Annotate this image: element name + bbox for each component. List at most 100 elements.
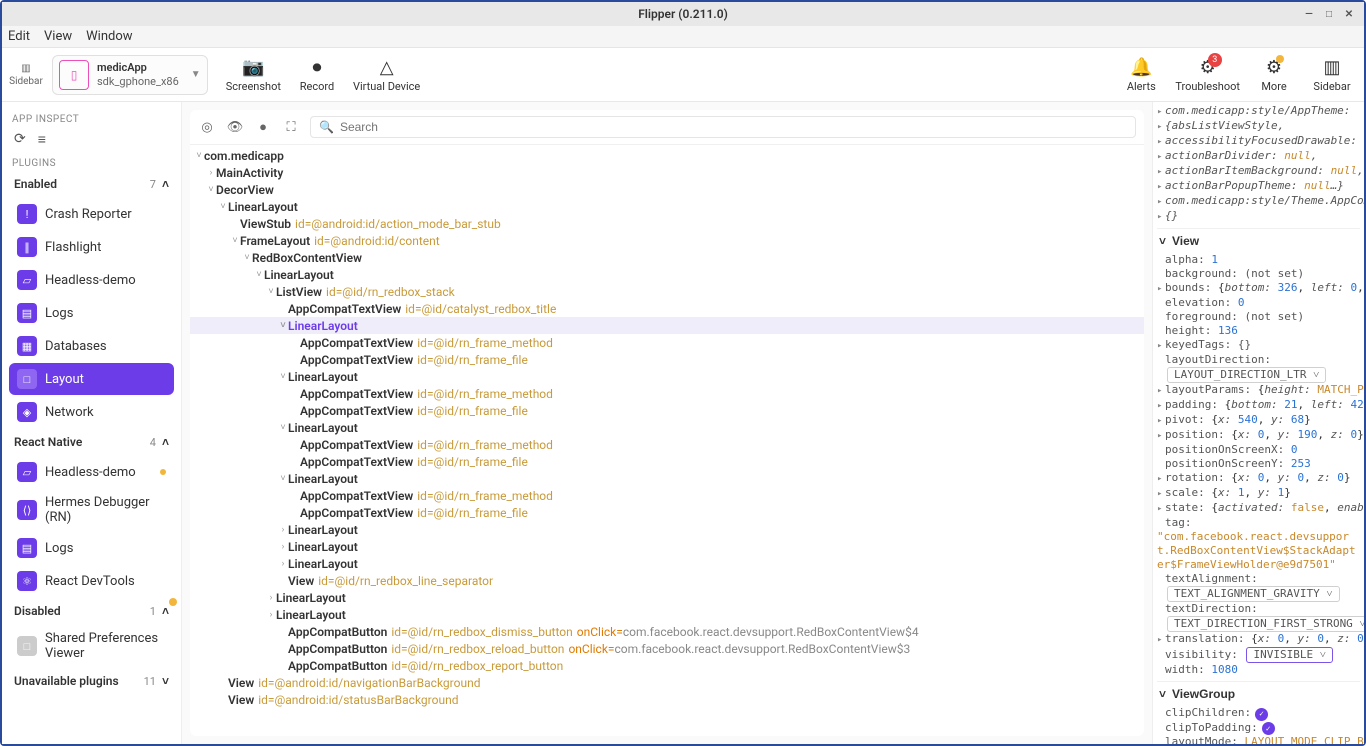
- react-native-header[interactable]: React Native 4 ˄: [6, 429, 177, 455]
- tree-row[interactable]: AppCompatTextView id=@id/rn_frame_method: [190, 334, 1144, 351]
- enabled-count: 7: [150, 178, 156, 191]
- tree-row[interactable]: AppCompatButton id=@id/rn_redbox_reload_…: [190, 640, 1144, 657]
- prop-textAlignment: textAlignment:: [1157, 572, 1360, 586]
- tree-row[interactable]: ViewStub id=@android:id/action_mode_bar_…: [190, 215, 1144, 232]
- tree-row[interactable]: AppCompatTextView id=@id/rn_frame_method: [190, 487, 1144, 504]
- maximize-button[interactable]: □: [1320, 5, 1338, 23]
- plugin-flashlight[interactable]: ∥Flashlight: [9, 231, 174, 263]
- tree-row[interactable]: › MainActivity: [190, 164, 1144, 181]
- tree-row[interactable]: ˅ LinearLayout: [190, 419, 1144, 436]
- chevron-up-icon: ˄: [162, 604, 169, 618]
- tree-row[interactable]: ˅ RedBoxContentView: [190, 249, 1144, 266]
- menu-view[interactable]: View: [44, 29, 72, 44]
- tree-node-id: id=@id/rn_frame_file: [417, 453, 528, 471]
- toolbar-troubleshoot[interactable]: ⚙3Troubleshoot: [1175, 57, 1240, 93]
- view-section-header[interactable]: ˅ View: [1157, 228, 1360, 253]
- toolbar-screenshot[interactable]: 📷Screenshot: [226, 57, 281, 93]
- viewgroup-section-header[interactable]: ˅ ViewGroup: [1157, 681, 1360, 706]
- tree-row[interactable]: ˅ LinearLayout: [190, 368, 1144, 385]
- disabled-header[interactable]: Disabled 1 ˄: [6, 598, 177, 624]
- toolbar-more[interactable]: ⚙More: [1250, 57, 1298, 93]
- chevron-down-icon: ▼: [191, 69, 201, 80]
- prop-clipToPadding[interactable]: clipToPadding:✓: [1157, 721, 1360, 736]
- tree-row[interactable]: ˅ LinearLayout: [190, 266, 1144, 283]
- tree-node-name: AppCompatButton: [288, 640, 387, 658]
- plugin-shared-preferences-viewer[interactable]: □Shared Preferences Viewer: [9, 625, 174, 667]
- tree-row[interactable]: › LinearLayout: [190, 555, 1144, 572]
- chevron-down-icon: ˅: [1159, 687, 1166, 701]
- menu-edit[interactable]: Edit: [8, 29, 30, 44]
- menu-window[interactable]: Window: [86, 29, 132, 44]
- prop-clipChildren[interactable]: clipChildren:✓: [1157, 706, 1360, 721]
- tree-node-name: AppCompatTextView: [300, 385, 413, 403]
- search-input[interactable]: [340, 120, 1127, 134]
- eye-icon[interactable]: 👁: [226, 120, 244, 135]
- refresh-icon[interactable]: ⟳: [14, 131, 26, 148]
- tree-row[interactable]: ˅ LinearLayout: [190, 198, 1144, 215]
- tree-row[interactable]: ˅ DecorView: [190, 181, 1144, 198]
- tree-row[interactable]: ˅ com.medicapp: [190, 147, 1144, 164]
- tree-row[interactable]: AppCompatTextView id=@id/rn_frame_file: [190, 453, 1144, 470]
- prop-positionOnScreenX: positionOnScreenX: 0: [1157, 443, 1360, 457]
- record-icon: ⏺: [312, 57, 321, 78]
- tree-row[interactable]: View id=@android:id/statusBarBackground: [190, 691, 1144, 708]
- tree-arrow-icon: ˅: [206, 181, 216, 199]
- plugin-databases[interactable]: ▦Databases: [9, 330, 174, 362]
- plugin-logs[interactable]: ▤Logs: [9, 532, 174, 564]
- plugin-icon: ▤: [17, 538, 37, 558]
- tree-row[interactable]: ˅ LinearLayout: [190, 317, 1144, 334]
- tree-row[interactable]: › LinearLayout: [190, 521, 1144, 538]
- prop-pivot: ▸pivot: {x: 540, y: 68}: [1157, 413, 1360, 428]
- tree-row[interactable]: › LinearLayout: [190, 606, 1144, 623]
- toolbar-alerts[interactable]: 🔔Alerts: [1117, 57, 1165, 93]
- tree-row[interactable]: › LinearLayout: [190, 538, 1144, 555]
- view-tree[interactable]: ˅ com.medicapp› MainActivity˅ DecorView˅…: [190, 145, 1144, 736]
- tree-row[interactable]: AppCompatTextView id=@id/rn_frame_file: [190, 402, 1144, 419]
- tree-arrow-icon: ˅: [218, 198, 228, 216]
- prop-layoutDirection-val[interactable]: LAYOUT_DIRECTION_LTR ˅: [1157, 367, 1360, 383]
- target-icon[interactable]: ◎: [198, 120, 216, 135]
- tree-row[interactable]: AppCompatButton id=@id/rn_redbox_dismiss…: [190, 623, 1144, 640]
- close-button[interactable]: ✕: [1340, 5, 1358, 23]
- toolbar-sidebar-right[interactable]: ▥Sidebar: [1308, 57, 1356, 93]
- plugin-react-devtools[interactable]: ⚛React DevTools: [9, 565, 174, 597]
- plugin-layout[interactable]: □Layout: [9, 363, 174, 395]
- tree-row[interactable]: ˅ LinearLayout: [190, 470, 1144, 487]
- tree-row[interactable]: AppCompatTextView id=@id/rn_frame_method: [190, 436, 1144, 453]
- prop-textDirection-val[interactable]: TEXT_DIRECTION_FIRST_STRONG ˅: [1157, 616, 1360, 632]
- expand-icon[interactable]: ⛶: [282, 120, 300, 135]
- tree-row[interactable]: › LinearLayout: [190, 589, 1144, 606]
- tree-row[interactable]: ˅ FrameLayout id=@android:id/content: [190, 232, 1144, 249]
- device-selector[interactable]: ▯ medicApp sdk_gphone_x86 ▼: [52, 55, 208, 95]
- tree-row[interactable]: View id=@android:id/navigationBarBackgro…: [190, 674, 1144, 691]
- toolbar-virtual-device[interactable]: △Virtual Device: [353, 57, 420, 93]
- list-icon[interactable]: ≡: [38, 131, 46, 148]
- toolbar-record[interactable]: ⏺Record: [293, 57, 341, 93]
- troubleshoot-icon: ⚙3: [1200, 57, 1216, 78]
- prop-textAlignment-val[interactable]: TEXT_ALIGNMENT_GRAVITY ˅: [1157, 586, 1360, 602]
- tree-row[interactable]: View id=@id/rn_redbox_line_separator: [190, 572, 1144, 589]
- tree-row[interactable]: ˅ ListView id=@id/rn_redbox_stack: [190, 283, 1144, 300]
- tree-node-id: id=@android:id/navigationBarBackground: [258, 674, 480, 692]
- tree-arrow-icon: ˅: [254, 266, 264, 284]
- tree-row[interactable]: AppCompatButton id=@id/rn_redbox_report_…: [190, 657, 1144, 674]
- enabled-header[interactable]: Enabled 7 ˄: [6, 171, 177, 197]
- left-sidebar-toggle[interactable]: ▥ Sidebar: [10, 63, 42, 87]
- prop-state: ▸state: {activated: false, enabled: true…: [1157, 501, 1360, 516]
- plugin-headless-demo[interactable]: ▱Headless-demo: [9, 456, 174, 488]
- unavailable-header[interactable]: Unavailable plugins 11 ˅: [6, 668, 177, 694]
- properties-panel[interactable]: ▸com.medicapp:style/AppTheme:▸{absListVi…: [1152, 102, 1364, 744]
- tree-row[interactable]: AppCompatTextView id=@id/rn_frame_file: [190, 504, 1144, 521]
- tree-row[interactable]: AppCompatTextView id=@id/rn_frame_file: [190, 351, 1144, 368]
- plugin-network[interactable]: ◈Network: [9, 396, 174, 428]
- accessibility-icon[interactable]: ●: [254, 119, 272, 135]
- plugin-logs[interactable]: ▤Logs: [9, 297, 174, 329]
- plugin-hermes-debugger-rn-[interactable]: ⟨⟩Hermes Debugger (RN): [9, 489, 174, 531]
- plugin-crash-reporter[interactable]: !Crash Reporter: [9, 198, 174, 230]
- plugin-headless-demo[interactable]: ▱Headless-demo: [9, 264, 174, 296]
- prop-visibility[interactable]: visibility: INVISIBLE ˅: [1157, 647, 1360, 663]
- tree-row[interactable]: AppCompatTextView id=@id/catalyst_redbox…: [190, 300, 1144, 317]
- tree-row[interactable]: AppCompatTextView id=@id/rn_frame_method: [190, 385, 1144, 402]
- minimize-button[interactable]: —: [1300, 5, 1318, 23]
- search-box[interactable]: 🔍: [310, 116, 1136, 138]
